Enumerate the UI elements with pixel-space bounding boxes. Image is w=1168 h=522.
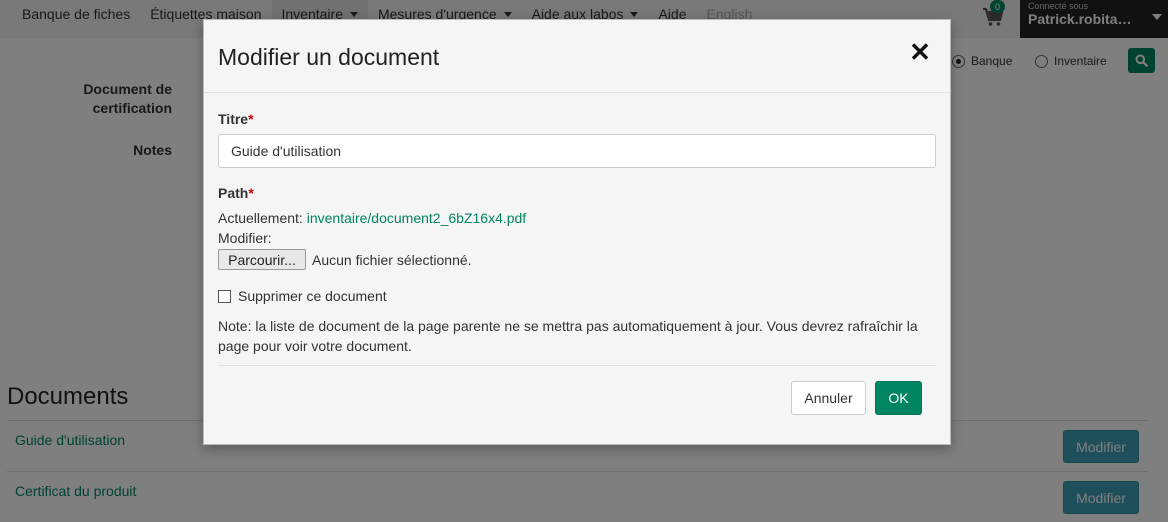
title-label-text: Titre — [218, 111, 249, 127]
delete-document-label[interactable]: Supprimer ce document — [238, 288, 387, 304]
close-icon[interactable]: ✕ — [908, 39, 932, 65]
current-file-line: Actuellement: inventaire/document2_6bZ16… — [218, 210, 526, 226]
path-field-label: Path* — [218, 185, 254, 201]
cancel-button[interactable]: Annuler — [791, 381, 866, 415]
required-mark: * — [248, 185, 254, 201]
refresh-note: Note: la liste de document de la page pa… — [218, 318, 918, 354]
title-field-label: Titre* — [218, 111, 254, 127]
browse-file-button[interactable]: Parcourir... — [218, 249, 306, 270]
delete-document-checkbox[interactable] — [218, 290, 231, 303]
modal-header: Modifier un document ✕ — [204, 20, 950, 93]
path-label-text: Path — [218, 185, 249, 201]
modal-divider — [218, 365, 936, 366]
current-file-link[interactable]: inventaire/document2_6bZ16x4.pdf — [307, 210, 526, 226]
modify-file-label: Modifier: — [218, 230, 272, 246]
current-file-label: Actuellement: — [218, 210, 303, 226]
title-input[interactable] — [218, 134, 936, 168]
required-mark: * — [248, 111, 254, 127]
ok-button[interactable]: OK — [875, 381, 922, 415]
no-file-selected-text: Aucun fichier sélectionné. — [312, 252, 472, 268]
edit-document-modal: Modifier un document ✕ Titre* Path* Actu… — [203, 19, 951, 445]
modal-title: Modifier un document — [218, 44, 440, 70]
